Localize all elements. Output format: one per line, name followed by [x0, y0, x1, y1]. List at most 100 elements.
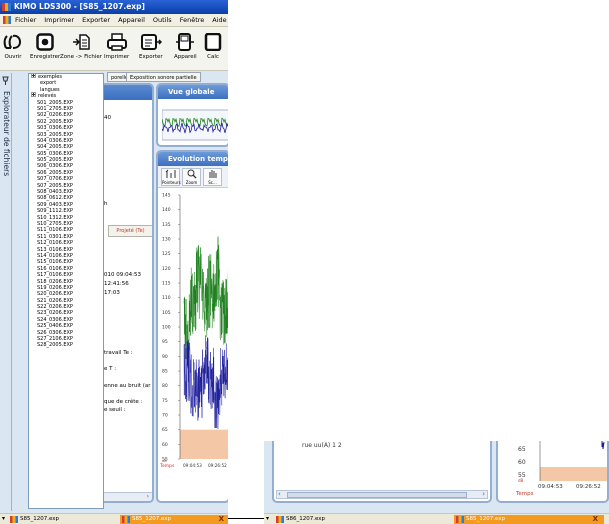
- file-label: S10_2705.EXP: [37, 220, 73, 227]
- menu-exporter[interactable]: Exporter: [82, 14, 110, 27]
- y-tick-label: 90: [162, 354, 168, 360]
- file-explorer-panel: exemples export langues relevés S01_2005.EXP…: [28, 73, 104, 509]
- file-label: S26_0306.EXP: [37, 329, 73, 336]
- expand-icon[interactable]: [31, 92, 36, 98]
- file-label: S28_2005.EXP: [37, 342, 73, 349]
- pin-icon[interactable]: [2, 76, 9, 85]
- open-icon: [3, 34, 22, 49]
- menu-aide[interactable]: Aide: [212, 14, 226, 27]
- time-value-3: 17:03: [104, 290, 120, 296]
- menu-fenetre[interactable]: Fenêtre: [180, 14, 205, 27]
- cropped-text: rue uu(A) 1 2: [302, 442, 342, 449]
- file-label: S07_0706.EXP: [37, 176, 73, 183]
- x-axis-label: Temps: [515, 491, 534, 497]
- scroll-right-icon[interactable]: ›: [482, 490, 485, 498]
- file-label: S05_2005.EXP: [37, 157, 73, 164]
- file-label: S15_0106.EXP: [37, 259, 73, 266]
- w2-task-item-1[interactable]: S86_1207.exp: [274, 515, 354, 524]
- threshold-band: [540, 467, 607, 481]
- measurement-panel-header: [100, 85, 152, 100]
- tab-projete[interactable]: Projeté (Te): [108, 225, 152, 237]
- label-travail: travail Te :: [104, 350, 133, 356]
- scroll-left-icon[interactable]: ‹: [278, 490, 281, 498]
- folder-label: relevés: [38, 93, 57, 100]
- file-label: S03_2005.EXP: [37, 131, 73, 138]
- file-label: S08_0403.EXP: [37, 189, 73, 196]
- zone-to-file-button[interactable]: Zone -> Fichier: [60, 29, 102, 60]
- horizontal-scrollbar[interactable]: ›: [100, 492, 152, 501]
- open-label: Ouvrir: [4, 54, 22, 60]
- y-tick-label: 145: [162, 193, 171, 199]
- scrollbar-thumb[interactable]: [287, 492, 467, 498]
- x-axis-label: Temps: [159, 463, 175, 469]
- y-tick-label: 60: [162, 442, 168, 448]
- device-button[interactable]: Appareil: [174, 29, 197, 60]
- expand-icon[interactable]: [31, 74, 36, 78]
- file-item[interactable]: S28_2005.EXP: [29, 342, 103, 348]
- export-button[interactable]: Exporter: [139, 29, 163, 60]
- task-item-active[interactable]: S85_1207.exp X: [120, 515, 228, 524]
- menu-imprimer[interactable]: Imprimer: [44, 14, 74, 27]
- hand-icon: [208, 170, 217, 178]
- file-label: S16_0106.EXP: [37, 265, 73, 272]
- file-label: S21_0206.EXP: [37, 297, 73, 304]
- file-explorer-strip[interactable]: Explorateur de fichiers: [0, 73, 12, 511]
- y-tick-label: 120: [162, 266, 171, 272]
- file-label: S20_0206.EXP: [37, 291, 73, 298]
- file-label: S01_2705.EXP: [37, 105, 73, 112]
- tab-exposition-sonore[interactable]: Exposition sonore partielle: [126, 72, 201, 82]
- file-label: S07_2005.EXP: [37, 182, 73, 189]
- menu-appareil[interactable]: Appareil: [118, 14, 145, 27]
- title-bar[interactable]: KIMO LDS300 - [S85_1207.exp]: [0, 0, 228, 14]
- export-label: Exporter: [139, 54, 163, 60]
- menu-outils[interactable]: Outils: [153, 14, 172, 27]
- folder-label: langues: [40, 86, 60, 93]
- save-label: Enregistrer: [30, 54, 61, 60]
- menu-fichier[interactable]: Fichier: [15, 14, 36, 27]
- tabs-row: porelle Exposition sonore partielle: [105, 71, 228, 83]
- file-label: S02_2005.EXP: [37, 118, 73, 125]
- print-button[interactable]: Imprimer: [104, 29, 129, 60]
- measurement-panel: 40 h Projeté (Te) 010 09:04:53 12:41:56 …: [98, 83, 154, 503]
- folder-label: exemples: [38, 74, 62, 80]
- secondary-window-crop: rue uu(A) 1 2 ‹ › 65 60 55 dB Temps 09:04:53 0…: [264, 441, 609, 524]
- calc-button[interactable]: Calc: [203, 29, 223, 60]
- scroll-right-icon[interactable]: ›: [147, 493, 149, 500]
- w2-task-item-active-label: S85_1207.exp: [466, 516, 506, 522]
- document-taskbar: ▾ S85_1207.exp S85_1207.exp X: [0, 513, 228, 524]
- label-threshold: e seuil :: [104, 407, 126, 413]
- scroll-label: Sc...: [208, 180, 217, 185]
- overview-panel: Vue globale: [156, 83, 228, 147]
- close-icon[interactable]: X: [219, 515, 224, 524]
- file-label: S09_1112.EXP: [37, 208, 73, 215]
- file-label: S11_0106.EXP: [37, 227, 73, 234]
- x-tick-label: 09:26:52: [208, 463, 227, 468]
- w2-task-item-active[interactable]: S85_1207.exp X: [454, 515, 604, 524]
- file-label: S01_2005.EXP: [37, 99, 73, 106]
- time-evolution-chart[interactable]: 145 140 135 130 125 120 115 110 105 100 95 90 85 80 75…: [158, 189, 228, 503]
- scroll-button[interactable]: Sc...: [203, 168, 222, 186]
- main-window: KIMO LDS300 - [S85_1207.exp] Fichier Impr…: [0, 0, 228, 524]
- close-icon[interactable]: X: [593, 515, 598, 524]
- pointers-button[interactable]: Pointeurs: [161, 168, 181, 186]
- x-tick-label: 09:04:53: [538, 484, 563, 490]
- threshold-band: [180, 429, 228, 459]
- y-tick-label: 80: [162, 383, 168, 389]
- zoom-button[interactable]: Zoom: [182, 168, 201, 186]
- secondary-horizontal-scrollbar[interactable]: ‹ ›: [276, 490, 488, 499]
- task-item-1[interactable]: S85_1207.exp: [8, 515, 66, 524]
- system-menu-icon[interactable]: [3, 16, 11, 24]
- overview-waveform[interactable]: [162, 102, 228, 142]
- file-label: S06_2005.EXP: [37, 169, 73, 176]
- taskbar-menu-icon[interactable]: ▾: [2, 515, 5, 522]
- secondary-taskbar: ▾ S86_1207.exp S85_1207.exp X: [264, 513, 609, 524]
- task-item-active-label: S85_1207.exp: [132, 516, 172, 522]
- save-button[interactable]: Enregistrer: [30, 29, 60, 60]
- taskbar-menu-icon[interactable]: ▾: [266, 515, 269, 522]
- secondary-chart[interactable]: 656055dBTemps09:04:53 09:26:52: [498, 441, 609, 503]
- open-button[interactable]: Ouvrir: [3, 29, 23, 60]
- calculator-icon: [204, 33, 222, 51]
- file-label: S27_2106.EXP: [37, 336, 73, 343]
- file-label: S25_0406.EXP: [37, 323, 73, 330]
- y-tick-label: 140: [162, 207, 171, 213]
